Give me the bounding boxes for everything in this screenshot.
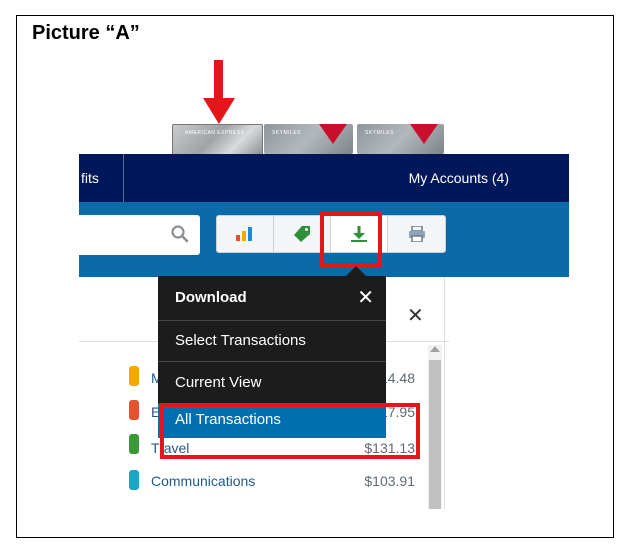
dropdown-close-button[interactable]: ✕ — [357, 285, 374, 310]
category-color-swatch — [129, 434, 139, 454]
category-color-swatch — [129, 366, 139, 386]
tag-icon — [294, 226, 310, 242]
search-icon[interactable] — [170, 224, 190, 244]
dropdown-title: Download — [175, 289, 247, 306]
my-accounts-tab[interactable]: My Accounts (4) — [329, 154, 509, 202]
dropdown-header: Download ✕ — [158, 276, 386, 321]
dropdown-notch — [346, 266, 366, 276]
chart-icon — [236, 227, 252, 241]
red-arrow-icon — [203, 60, 235, 124]
category-color-swatch — [129, 400, 139, 420]
top-nav-bar: fits My Accounts (4) — [79, 154, 569, 202]
delta-logo-icon — [410, 124, 438, 144]
platinum-card[interactable]: AMERICAN EXPRESS — [172, 124, 263, 156]
menu-item-select-transactions[interactable]: Select Transactions — [158, 320, 386, 362]
scroll-up-icon[interactable] — [430, 346, 440, 352]
menu-item-label: Current View — [175, 374, 262, 391]
delta-card-1[interactable]: SKYMILES — [264, 124, 353, 154]
panel-border — [444, 277, 445, 509]
category-color-swatch — [129, 470, 139, 490]
menu-item-current-view[interactable]: Current View — [158, 362, 386, 404]
print-icon — [408, 226, 425, 242]
chart-button[interactable] — [217, 216, 274, 252]
category-amount: $103.91 — [364, 473, 415, 489]
delta-logo-icon — [319, 124, 347, 144]
all-transactions-highlight-box — [160, 403, 420, 459]
search-input[interactable] — [79, 215, 200, 255]
nav-benefits-tab[interactable]: fits — [79, 154, 124, 202]
scrollbar-thumb[interactable] — [429, 360, 441, 509]
picture-caption: Picture “A” — [32, 22, 140, 44]
category-label[interactable]: Communications — [151, 473, 255, 489]
delta-card-2[interactable]: SKYMILES — [357, 124, 444, 154]
download-highlight-box — [320, 212, 382, 267]
panel-close-button[interactable]: ✕ — [407, 303, 424, 328]
print-button[interactable] — [388, 216, 445, 252]
menu-item-label: Select Transactions — [175, 332, 306, 349]
